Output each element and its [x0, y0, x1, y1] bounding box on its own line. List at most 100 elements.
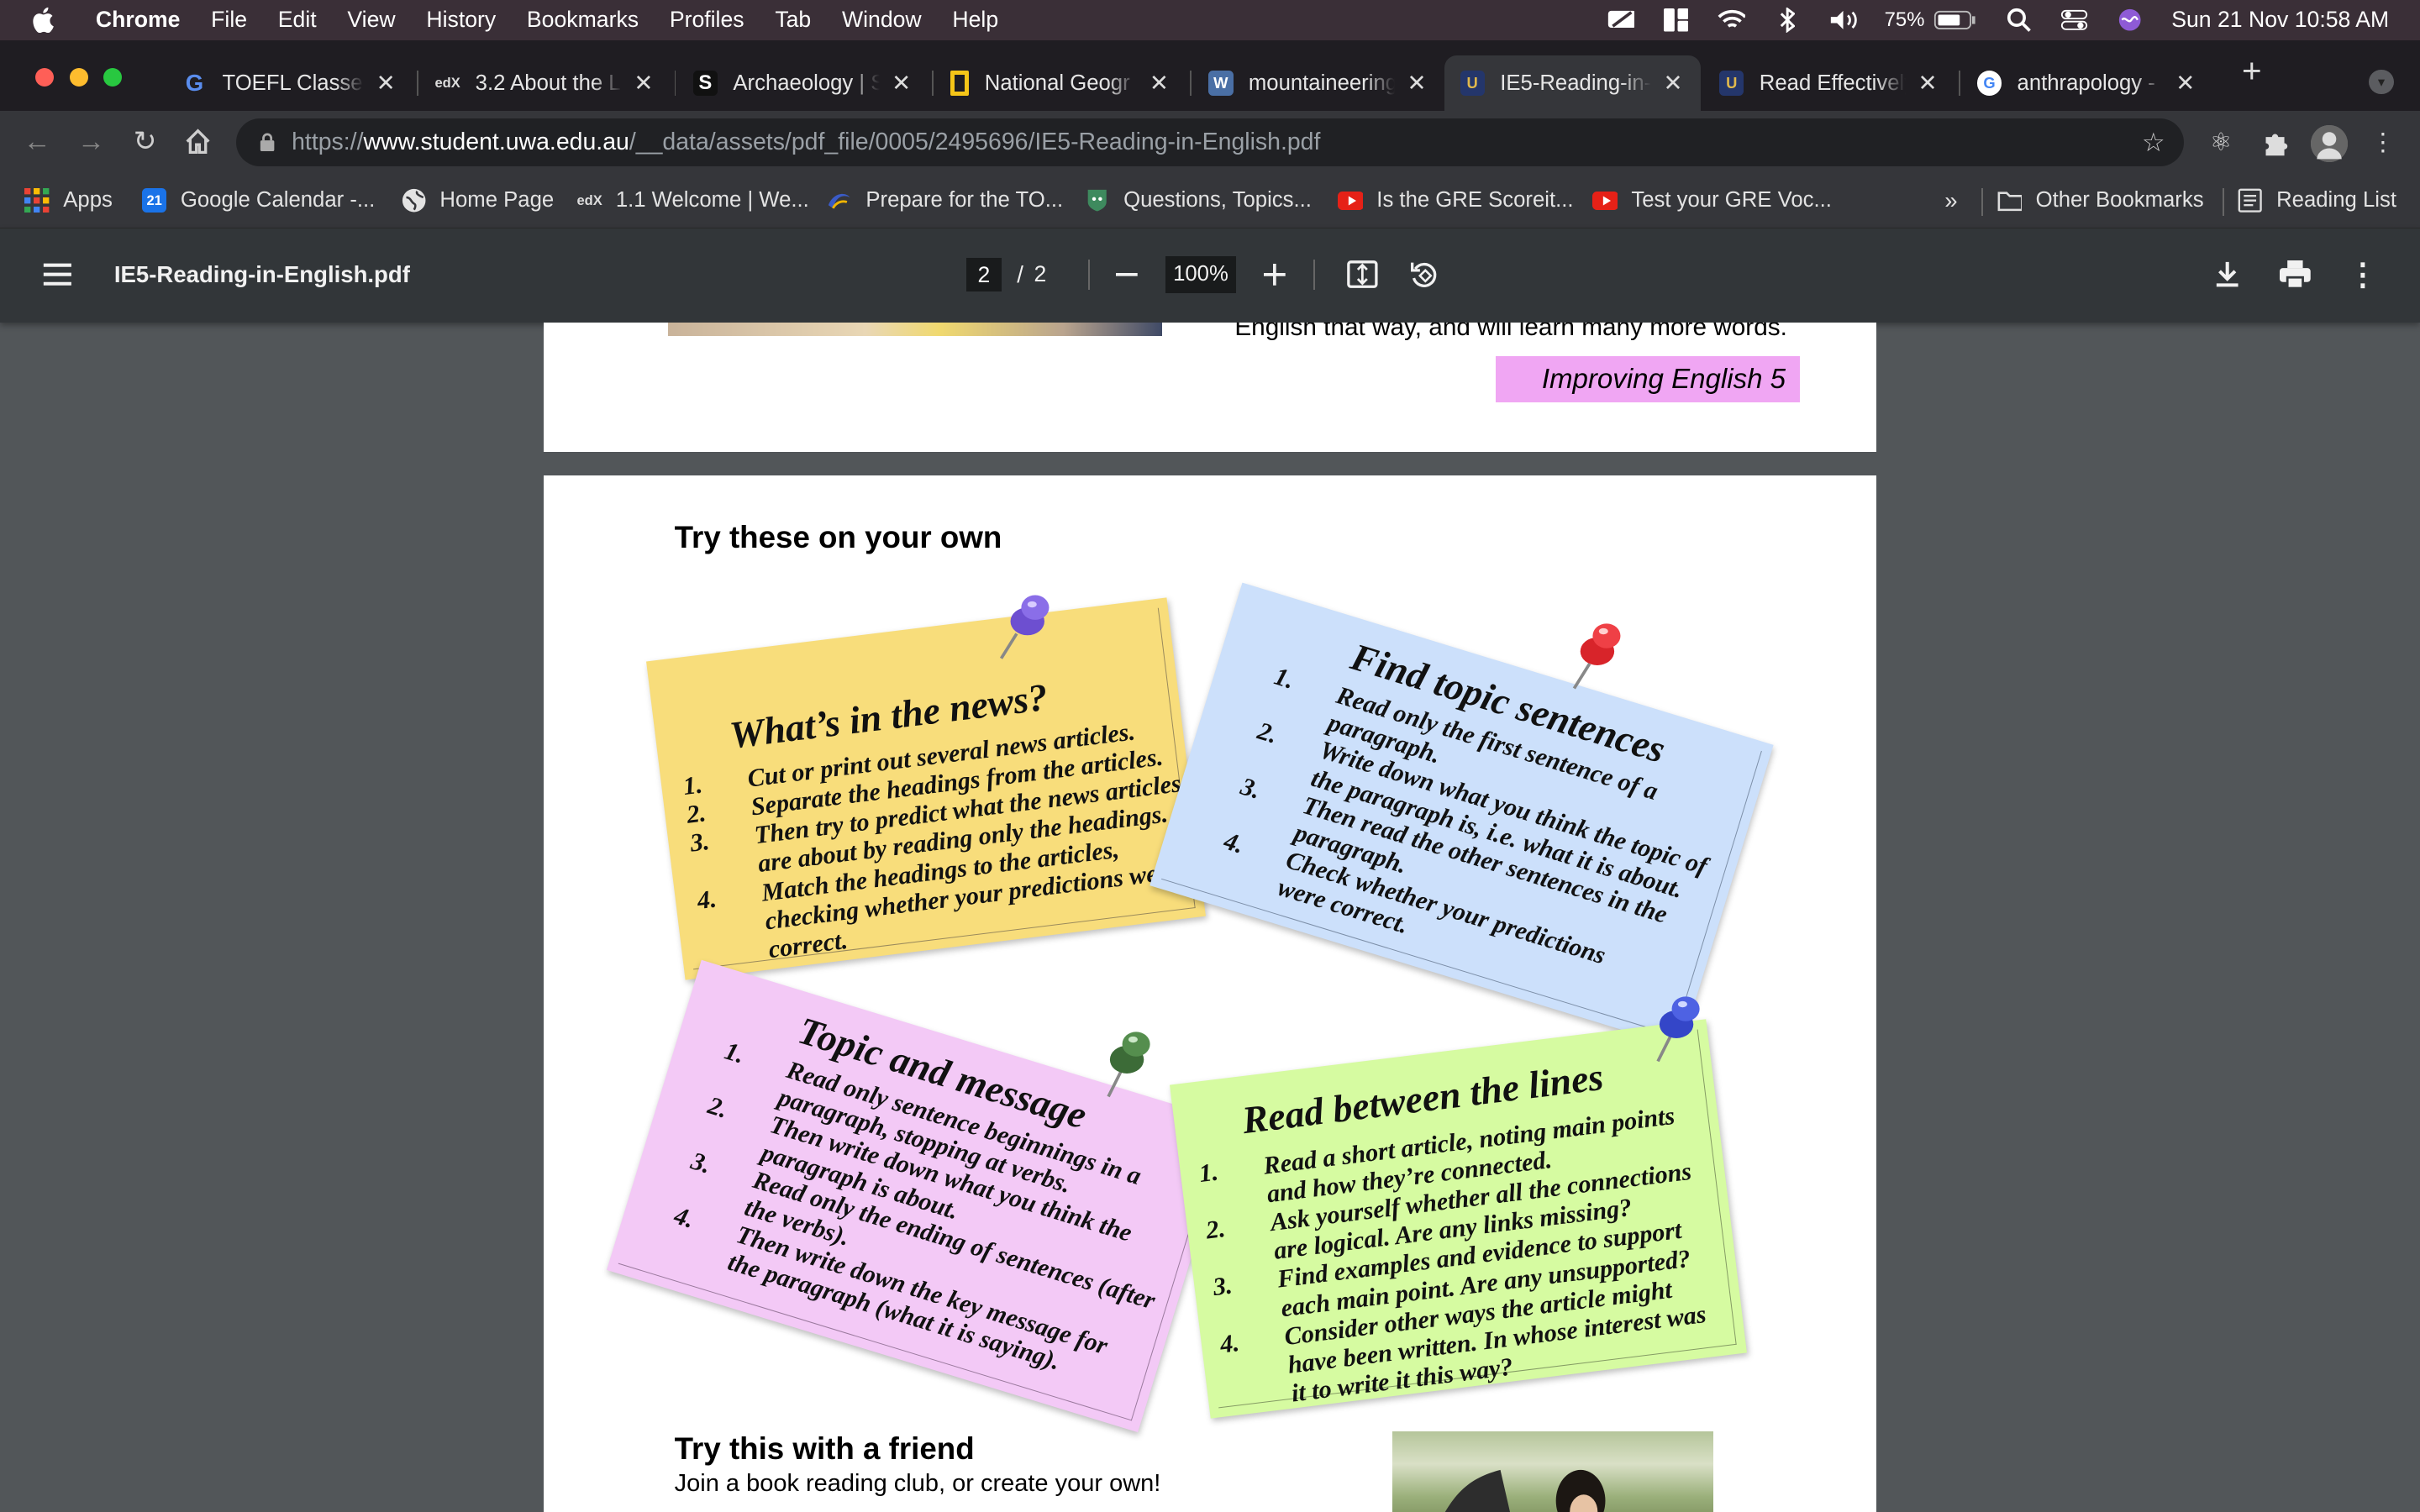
- lock-icon[interactable]: [258, 133, 276, 153]
- youtube-icon: [1338, 188, 1363, 213]
- close-window-button[interactable]: [35, 67, 55, 87]
- tab-close-icon[interactable]: ✕: [2173, 70, 2197, 97]
- zoom-window-button[interactable]: [103, 67, 123, 87]
- bookmark-welcome-edx[interactable]: edX 1.1 Welcome | We...: [576, 182, 808, 219]
- other-bookmarks[interactable]: Other Bookmarks: [1997, 182, 2204, 219]
- reading-woman-photo: [1392, 1431, 1713, 1512]
- page-separator: /: [1017, 260, 1023, 287]
- tab-close-icon[interactable]: ✕: [1915, 70, 1939, 97]
- pdf-viewer[interactable]: English that way, and will learn many mo…: [0, 322, 2420, 1512]
- zoom-in-button[interactable]: [1258, 258, 1292, 291]
- download-icon[interactable]: [2210, 258, 2244, 291]
- tab-favicon-icon: S: [692, 71, 718, 96]
- menu-view[interactable]: View: [347, 7, 395, 33]
- react-devtools-icon[interactable]: ⚛: [2206, 128, 2237, 159]
- apple-menu-icon[interactable]: [31, 7, 71, 34]
- bookmark-label: Google Calendar -...: [180, 188, 376, 213]
- tab-anthropology[interactable]: G anthrapology - ✕: [1961, 55, 2212, 111]
- bookmark-label: Reading List: [2276, 188, 2396, 213]
- control-center-icon[interactable]: [2060, 9, 2088, 31]
- pdf-more-options-icon[interactable]: ⋮: [2346, 257, 2380, 291]
- bookmark-label: Is the GRE Scoreit...: [1376, 188, 1574, 213]
- tab-ie5-reading-active[interactable]: U IE5-Reading-in- ✕: [1444, 55, 1702, 112]
- rotate-counterclockwise-icon[interactable]: [1407, 258, 1441, 291]
- print-icon[interactable]: [2278, 258, 2312, 291]
- bookmark-apps[interactable]: Apps: [24, 182, 113, 219]
- bookmark-questions-topics[interactable]: Questions, Topics...: [1085, 182, 1312, 219]
- wifi-icon[interactable]: [1718, 9, 1746, 31]
- macos-menubar: Chrome File Edit View History Bookmarks …: [0, 0, 2420, 40]
- tab-close-icon[interactable]: ✕: [1404, 70, 1428, 97]
- tab-close-icon[interactable]: ✕: [631, 70, 655, 97]
- menu-file[interactable]: File: [211, 7, 247, 33]
- battery-percent: 75%: [1884, 8, 1925, 31]
- tab-title: 3.2 About the L: [475, 71, 621, 95]
- reload-button[interactable]: ↻: [129, 126, 160, 158]
- reading-list[interactable]: Reading List: [2238, 182, 2396, 219]
- tab-read-effectively[interactable]: U Read Effectively ✕: [1704, 55, 1955, 111]
- tab-search-icon[interactable]: ▾: [2369, 69, 2394, 95]
- spotlight-search-icon[interactable]: [2005, 8, 2033, 33]
- tab-toefl-classes[interactable]: G TOEFL Classes ✕: [166, 55, 413, 111]
- sticky-note-find-topic-sentences: Find topic sentences 1. Read only the fir…: [1150, 582, 1774, 1048]
- pdf-filename: IE5-Reading-in-English.pdf: [113, 260, 410, 287]
- bookmark-google-calendar[interactable]: 21 Google Calendar -...: [141, 182, 376, 219]
- menu-history[interactable]: History: [426, 7, 496, 33]
- menu-tab[interactable]: Tab: [775, 7, 811, 33]
- bookmark-gre-vocab[interactable]: Test your GRE Voc...: [1592, 182, 1832, 219]
- tab-close-icon[interactable]: ✕: [1147, 70, 1171, 97]
- purple-pushpin-icon: [1000, 595, 1050, 660]
- window-layout-icon[interactable]: [1662, 8, 1690, 32]
- youtube-icon: [1592, 188, 1618, 213]
- menu-window[interactable]: Window: [842, 7, 922, 33]
- zoom-out-button[interactable]: [1110, 258, 1144, 291]
- new-tab-button[interactable]: +: [2235, 54, 2269, 89]
- tab-close-icon[interactable]: ✕: [373, 70, 397, 97]
- screen-share-icon[interactable]: [1607, 9, 1635, 31]
- extensions-puzzle-icon[interactable]: [2260, 128, 2291, 159]
- fit-to-page-icon[interactable]: [1346, 258, 1380, 291]
- tab-favicon-icon: G: [185, 70, 204, 97]
- tab-mountaineering[interactable]: W mountaineering ✕: [1193, 55, 1444, 111]
- menu-edit[interactable]: Edit: [278, 7, 317, 33]
- pdf-sidebar-menu-icon[interactable]: [37, 258, 77, 291]
- bookmark-star-icon[interactable]: ☆: [2142, 128, 2165, 158]
- zoom-level-input[interactable]: 100%: [1165, 255, 1237, 293]
- tab-edx-about[interactable]: edX 3.2 About the L ✕: [420, 55, 671, 111]
- section-heading: Try these on your own: [674, 519, 1002, 554]
- bookmark-home-page[interactable]: Home Page: [402, 182, 554, 219]
- bookmarks-overflow-button[interactable]: »: [1944, 182, 1957, 219]
- bookmark-prepare-toefl[interactable]: Prepare for the TO...: [827, 182, 1063, 219]
- chrome-menu-icon[interactable]: ⋮: [2367, 128, 2398, 159]
- clock[interactable]: Sun 21 Nov 10:58 AM: [2171, 7, 2389, 33]
- back-button[interactable]: ←: [22, 126, 53, 158]
- tab-close-icon[interactable]: ✕: [889, 70, 913, 97]
- menu-help[interactable]: Help: [952, 7, 998, 33]
- volume-icon[interactable]: [1829, 9, 1857, 31]
- home-button[interactable]: [182, 127, 213, 158]
- forward-button[interactable]: →: [76, 126, 107, 158]
- tab-close-icon[interactable]: ✕: [1660, 70, 1685, 97]
- address-bar[interactable]: https://www.student.uwa.edu.au/__data/as…: [236, 118, 2184, 167]
- menu-profiles[interactable]: Profiles: [670, 7, 744, 33]
- tab-title: anthrapology -: [2017, 71, 2155, 95]
- edx-icon: edX: [434, 75, 460, 92]
- menu-bookmarks[interactable]: Bookmarks: [527, 7, 639, 33]
- bluetooth-icon[interactable]: [1773, 8, 1801, 33]
- bookmark-label: Questions, Topics...: [1123, 188, 1312, 213]
- menu-app-name[interactable]: Chrome: [96, 7, 181, 33]
- bookmark-gre-scoreit[interactable]: Is the GRE Scoreit...: [1338, 182, 1574, 219]
- tab-title: TOEFL Classes: [222, 71, 365, 95]
- tab-title: IE5-Reading-in-: [1500, 71, 1652, 95]
- siri-icon[interactable]: [2116, 9, 2144, 31]
- ets-icon: [827, 188, 851, 213]
- tab-archaeology[interactable]: S Archaeology | S ✕: [677, 55, 929, 111]
- profile-avatar[interactable]: [2310, 124, 2348, 162]
- blue-pushpin-icon: [1655, 996, 1700, 1063]
- bookmark-label: Test your GRE Voc...: [1631, 188, 1832, 213]
- minimize-window-button[interactable]: [69, 67, 88, 87]
- page-number-input[interactable]: 2: [965, 257, 1002, 292]
- tab-national-geographic[interactable]: National Geogr ✕: [935, 55, 1186, 111]
- tab-title: Read Effectively: [1759, 71, 1907, 95]
- battery-status[interactable]: 75%: [1885, 8, 1977, 32]
